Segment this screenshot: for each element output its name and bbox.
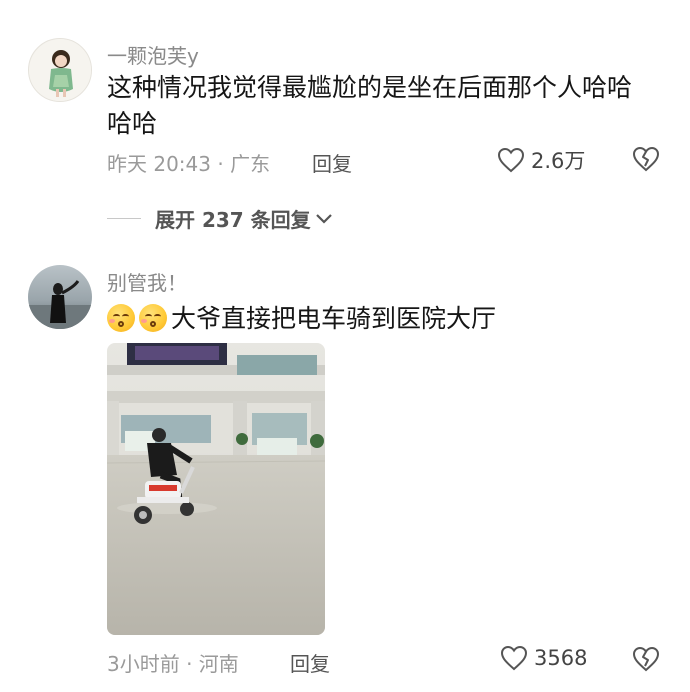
expand-replies-label: 展开 237 条回复	[155, 208, 311, 232]
comment-item: 别管我！ 大爷直接把电车骑到医院大厅 3小时前 · 河南 回复 3568	[0, 250, 690, 692]
like-count: 2.6万	[531, 149, 586, 173]
kissing-face-emoji	[139, 304, 167, 332]
reply-button[interactable]: 回复	[312, 148, 352, 177]
like-button[interactable]: 3568	[500, 645, 587, 671]
time-location: 3小时前 · 河南	[107, 652, 239, 676]
reply-button[interactable]: 回复	[290, 648, 330, 677]
username[interactable]: 一颗泡芙y	[107, 40, 199, 69]
username[interactable]: 别管我！	[107, 267, 187, 296]
avatar[interactable]	[28, 265, 92, 329]
dislike-broken-heart-icon[interactable]	[632, 646, 660, 672]
kissing-face-emoji	[107, 304, 135, 332]
chevron-down-icon	[315, 213, 333, 225]
dislike-broken-heart-icon[interactable]	[632, 146, 660, 172]
like-button[interactable]: 2.6万	[497, 145, 585, 175]
expand-replies-button[interactable]: 展开 237 条回复	[107, 204, 333, 233]
divider	[107, 218, 141, 219]
like-count: 3568	[534, 646, 588, 670]
comment-item: 一颗泡芙y 这种情况我觉得最尴尬的是坐在后面那个人哈哈哈哈 昨天 20:43 ·…	[0, 0, 690, 200]
comment-text[interactable]: 大爷直接把电车骑到医院大厅	[107, 301, 652, 337]
avatar[interactable]	[28, 38, 92, 102]
comment-text[interactable]: 这种情况我觉得最尴尬的是坐在后面那个人哈哈哈哈	[107, 70, 652, 142]
time-location: 昨天 20:43 · 广东	[107, 152, 271, 176]
comment-text-body: 大爷直接把电车骑到医院大厅	[171, 304, 497, 333]
heart-icon	[500, 645, 528, 671]
heart-icon	[497, 147, 525, 173]
comment-photo[interactable]	[107, 343, 325, 635]
